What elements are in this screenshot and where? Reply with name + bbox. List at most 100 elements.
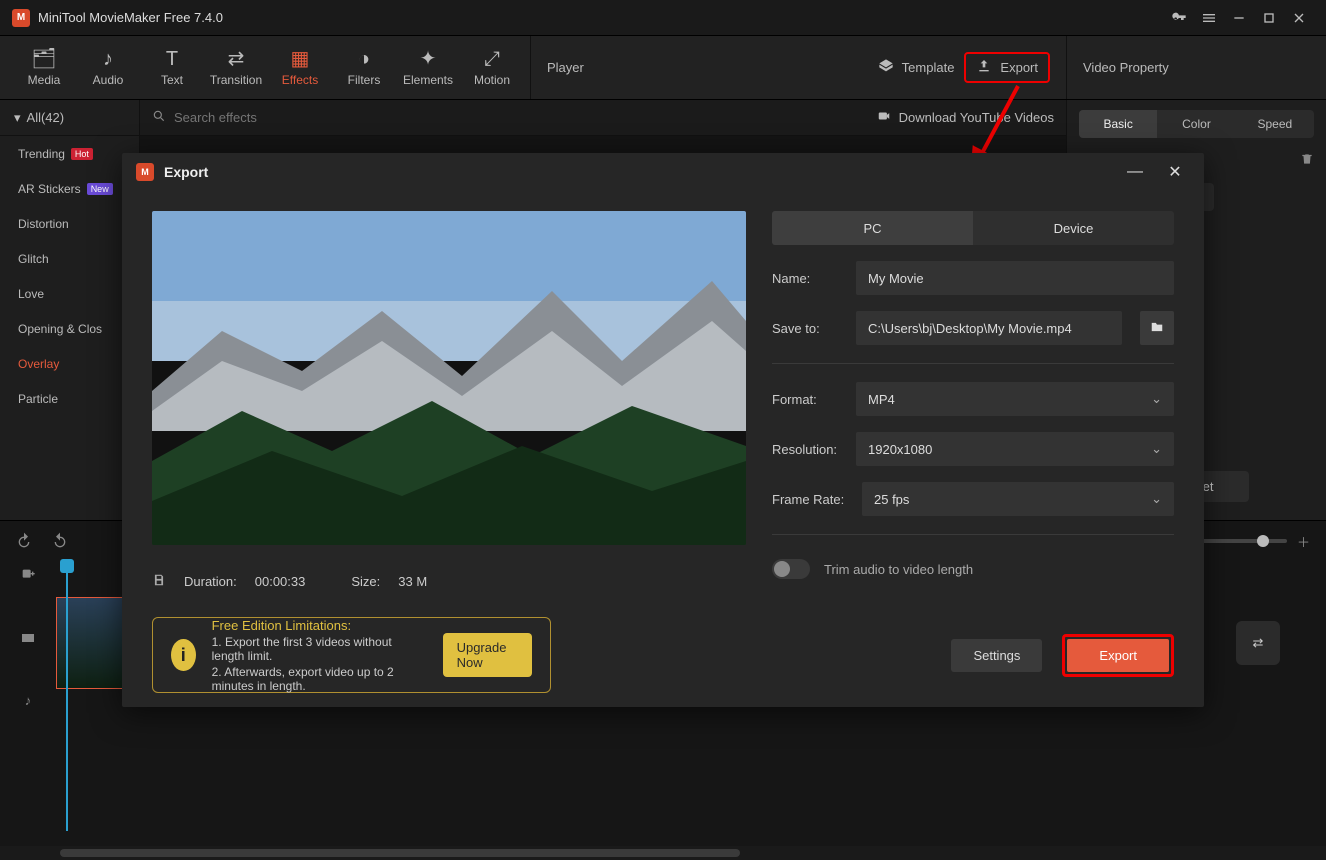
undo-icon[interactable] xyxy=(16,532,32,551)
app-logo-icon: M xyxy=(12,9,30,27)
redo-icon[interactable] xyxy=(52,532,68,551)
limitations-banner: i Free Edition Limitations: 1. Export th… xyxy=(152,617,551,693)
dialog-close-icon[interactable]: ✕ xyxy=(1160,157,1190,187)
duration-value: 00:00:33 xyxy=(255,574,306,589)
maximize-icon[interactable] xyxy=(1254,3,1284,33)
sidebar-item-distortion[interactable]: Distortion xyxy=(0,206,139,241)
effects-label: Effects xyxy=(282,73,318,87)
download-youtube-label: Download YouTube Videos xyxy=(899,110,1054,125)
elements-icon: ✦ xyxy=(420,49,437,69)
effects-icon: ▦ xyxy=(291,49,310,69)
export-toolbar-button[interactable]: Export xyxy=(964,52,1050,83)
swap-tracks-button[interactable]: ⇄ xyxy=(1236,621,1280,665)
trim-audio-toggle[interactable] xyxy=(772,559,810,579)
tab-speed[interactable]: Speed xyxy=(1236,110,1314,138)
sidebar-item-arstickers[interactable]: AR Stickers New xyxy=(0,171,139,206)
download-youtube-button[interactable]: Download YouTube Videos xyxy=(877,109,1054,126)
sidebar-item-glitch[interactable]: Glitch xyxy=(0,241,139,276)
info-icon: i xyxy=(171,639,196,671)
motion-button[interactable]: ⤢ Motion xyxy=(460,36,524,99)
format-label: Format: xyxy=(772,392,844,407)
framerate-label: Frame Rate: xyxy=(772,492,850,507)
close-icon[interactable] xyxy=(1284,3,1314,33)
audio-track-icon: ♪ xyxy=(25,693,32,708)
zoom-in-icon[interactable]: ＋ xyxy=(1297,532,1310,551)
sidebar-item-label: Distortion xyxy=(18,217,69,231)
sidebar-item-opening[interactable]: Opening & Clos xyxy=(0,311,139,346)
sidebar-item-love[interactable]: Love xyxy=(0,276,139,311)
audio-label: Audio xyxy=(93,73,124,87)
export-button[interactable]: Export xyxy=(1067,639,1169,672)
upgrade-button[interactable]: Upgrade Now xyxy=(443,633,532,677)
motion-icon: ⤢ xyxy=(484,49,500,69)
sidebar-item-label: Opening & Clos xyxy=(18,322,102,336)
sidebar-item-label: Particle xyxy=(18,392,58,406)
saveto-input[interactable] xyxy=(856,311,1122,345)
tab-color[interactable]: Color xyxy=(1157,110,1235,138)
zoom-slider[interactable] xyxy=(1197,539,1287,543)
chevron-down-icon: ⌄ xyxy=(1151,391,1162,407)
playhead[interactable] xyxy=(66,561,68,831)
format-select[interactable]: MP4 ⌄ xyxy=(856,382,1174,416)
effects-button[interactable]: ▦ Effects xyxy=(268,36,332,99)
search-icon xyxy=(152,109,166,126)
text-button[interactable]: T Text xyxy=(140,36,204,99)
hot-badge: Hot xyxy=(71,148,93,160)
titlebar: M MiniTool MovieMaker Free 7.4.0 xyxy=(0,0,1326,36)
sidebar-item-label: Overlay xyxy=(18,357,59,371)
chevron-down-icon: ⌄ xyxy=(1151,441,1162,457)
settings-button[interactable]: Settings xyxy=(951,639,1042,672)
format-value: MP4 xyxy=(868,392,895,407)
motion-label: Motion xyxy=(474,73,510,87)
filters-icon: ◑ xyxy=(358,49,370,69)
export-meta: Duration: 00:00:33 Size: 33 M xyxy=(152,573,746,590)
dialog-title: Export xyxy=(164,164,208,180)
filters-button[interactable]: ◑ Filters xyxy=(332,36,396,99)
save-icon xyxy=(152,573,166,590)
sidebar-item-particle[interactable]: Particle xyxy=(0,381,139,416)
main-toolbar: 🗂 Media ♪ Audio T Text ⇄ Transition ▦ Ef… xyxy=(0,36,1326,100)
video-track-icon xyxy=(20,630,36,649)
layers-icon xyxy=(878,58,894,77)
export-button-highlight: Export xyxy=(1062,634,1174,677)
dialog-logo-icon: M xyxy=(136,163,154,181)
sidebar-item-overlay[interactable]: Overlay xyxy=(0,346,139,381)
export-toolbar-label: Export xyxy=(1000,60,1038,75)
tab-device[interactable]: Device xyxy=(973,211,1174,245)
upgrade-key-icon[interactable] xyxy=(1164,3,1194,33)
sidebar-all[interactable]: ▾ All(42) xyxy=(0,100,139,136)
elements-label: Elements xyxy=(403,73,453,87)
template-label: Template xyxy=(902,60,955,75)
dialog-minimize-icon[interactable]: — xyxy=(1120,157,1150,187)
limitations-line1: 1. Export the first 3 videos without len… xyxy=(212,635,427,663)
add-track-icon[interactable] xyxy=(20,567,36,586)
tab-pc[interactable]: PC xyxy=(772,211,973,245)
browse-button[interactable] xyxy=(1140,311,1174,345)
resolution-select[interactable]: 1920x1080 ⌄ xyxy=(856,432,1174,466)
sidebar-item-label: Glitch xyxy=(18,252,49,266)
text-icon: T xyxy=(166,49,178,69)
timeline-scrollbar[interactable] xyxy=(0,846,1326,860)
transition-label: Transition xyxy=(210,73,262,87)
size-value: 33 M xyxy=(398,574,427,589)
media-button[interactable]: 🗂 Media xyxy=(12,36,76,99)
template-button[interactable]: Template xyxy=(868,52,965,83)
menu-icon[interactable] xyxy=(1194,3,1224,33)
sidebar-all-label: All(42) xyxy=(27,110,65,125)
name-input[interactable] xyxy=(856,261,1174,295)
name-label: Name: xyxy=(772,271,844,286)
video-property-label: Video Property xyxy=(1083,60,1169,75)
search-field[interactable] xyxy=(174,107,867,129)
trash-icon[interactable] xyxy=(1300,152,1314,169)
audio-button[interactable]: ♪ Audio xyxy=(76,36,140,99)
minimize-icon[interactable] xyxy=(1224,3,1254,33)
tab-basic[interactable]: Basic xyxy=(1079,110,1157,138)
app-title: MiniTool MovieMaker Free 7.4.0 xyxy=(38,10,223,25)
search-input[interactable] xyxy=(152,107,867,129)
media-label: Media xyxy=(28,73,61,87)
vp-tabs: Basic Color Speed xyxy=(1079,110,1314,138)
transition-button[interactable]: ⇄ Transition xyxy=(204,36,268,99)
sidebar-item-trending[interactable]: Trending Hot xyxy=(0,136,139,171)
framerate-select[interactable]: 25 fps ⌄ xyxy=(862,482,1174,516)
elements-button[interactable]: ✦ Elements xyxy=(396,36,460,99)
